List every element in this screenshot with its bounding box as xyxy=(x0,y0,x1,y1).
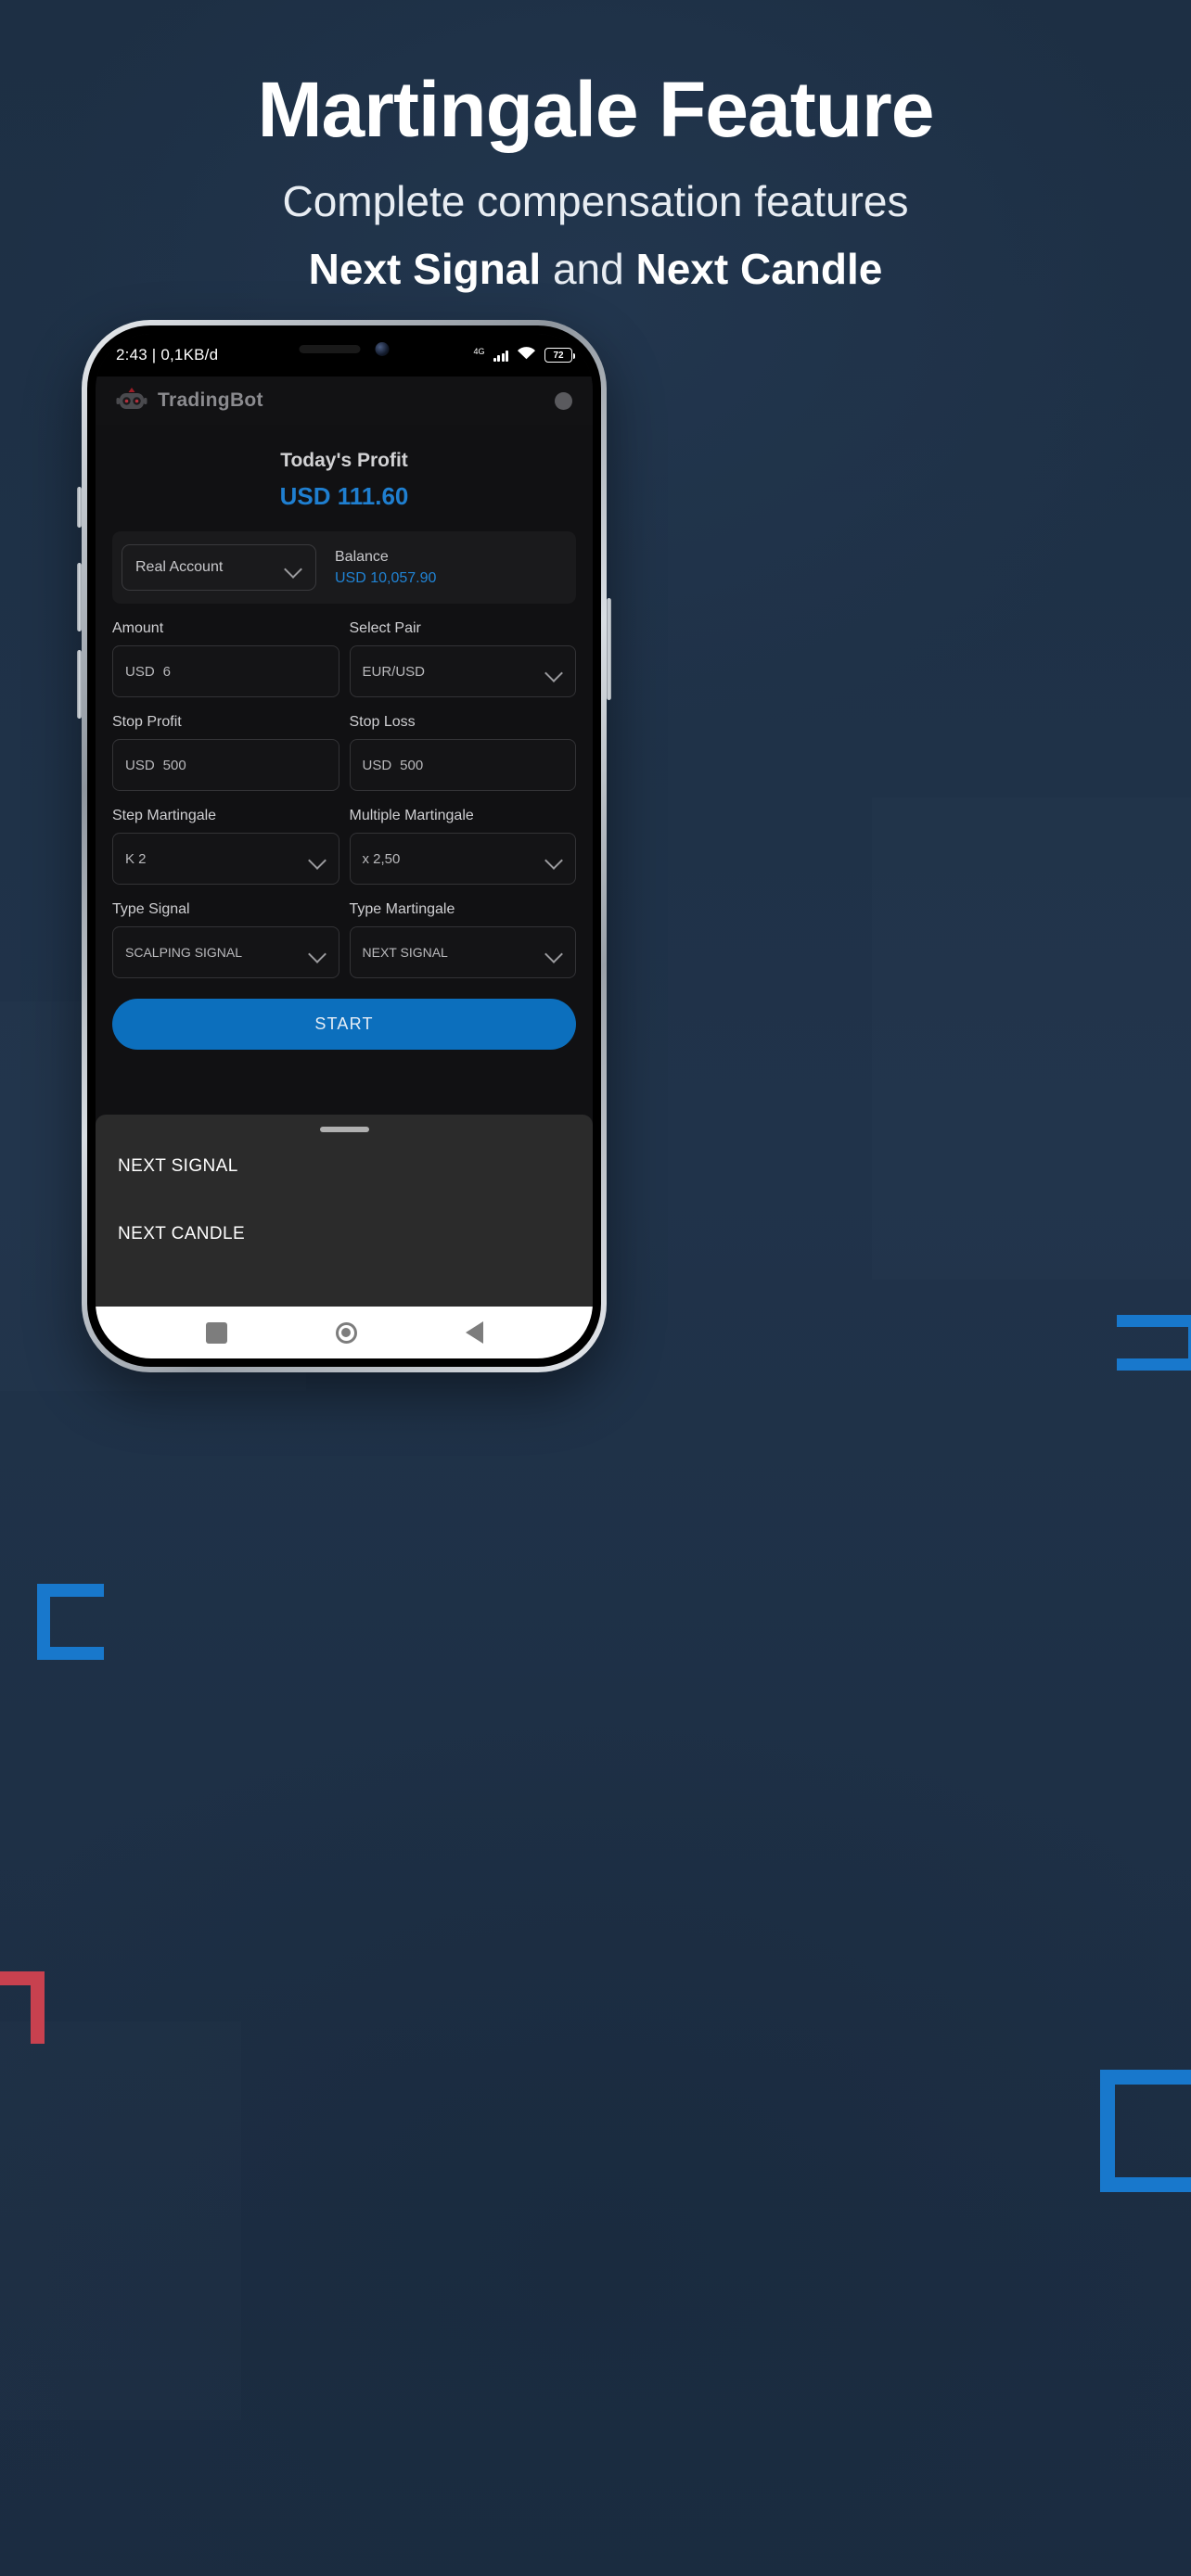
status-bar-right: 4G 72 xyxy=(473,346,575,364)
balance-value: USD 10,057.90 xyxy=(335,569,437,586)
home-button-icon[interactable] xyxy=(335,1321,357,1344)
chevron-down-icon xyxy=(285,559,302,577)
stop-loss-label: Stop Loss xyxy=(349,714,416,730)
select-pair-dropdown[interactable]: EUR/USD xyxy=(349,645,576,697)
todays-profit-value: USD 111.60 xyxy=(279,482,409,510)
decorative-bracket-red-left xyxy=(0,1971,45,2044)
stop-profit-input[interactable]: USD 500 xyxy=(112,739,339,791)
front-camera-icon xyxy=(375,342,390,356)
network-type-label: 4G xyxy=(473,347,485,356)
battery-level-label: 72 xyxy=(553,350,564,361)
account-type-value: Real Account xyxy=(135,559,224,575)
amount-value: 6 xyxy=(162,663,172,680)
android-navigation-bar xyxy=(96,1307,593,1358)
chevron-down-icon xyxy=(545,944,563,962)
phone-mute-switch xyxy=(77,487,82,528)
status-bar: 2:43 | 0,1KB/d 4G 72 xyxy=(96,334,593,376)
chevron-down-icon xyxy=(309,850,327,868)
type-martingale-group: Type Martingale NEXT SIGNAL xyxy=(349,901,576,978)
stop-profit-group: Stop Profit USD 500 xyxy=(112,714,339,791)
select-pair-value: EUR/USD xyxy=(362,663,426,680)
promo-subtitle-line1: Complete compensation features xyxy=(282,177,909,226)
type-martingale-dropdown[interactable]: NEXT SIGNAL xyxy=(349,926,576,978)
balance-label: Balance xyxy=(335,548,389,565)
promo-subtitle-strong1: Next Signal xyxy=(308,245,542,294)
start-button[interactable]: START xyxy=(112,999,576,1050)
multiple-martingale-dropdown[interactable]: x 2,50 xyxy=(349,833,576,885)
promo-headline: Martingale Feature Complete compensation… xyxy=(0,69,1191,296)
app-content: Today's Profit USD 111.60 Real Account B… xyxy=(96,425,593,1307)
step-martingale-group: Step Martingale K 2 xyxy=(112,808,339,885)
type-signal-dropdown[interactable]: SCALPING SIGNAL xyxy=(112,926,339,978)
wifi-icon xyxy=(517,346,536,364)
app-header: TradingBot xyxy=(96,376,593,425)
form-row-martingale: Step Martingale K 2 Multiple Martingale … xyxy=(112,808,576,885)
type-signal-group: Type Signal SCALPING SIGNAL xyxy=(112,901,339,978)
promo-subtitle-strong2: Next Candle xyxy=(635,245,883,294)
multiple-martingale-value: x 2,50 xyxy=(362,850,401,867)
phone-volume-up-button xyxy=(77,563,82,631)
phone-power-button xyxy=(607,598,611,700)
phone-notch xyxy=(299,342,390,356)
step-martingale-label: Step Martingale xyxy=(112,808,217,823)
stop-loss-group: Stop Loss USD 500 xyxy=(349,714,576,791)
select-pair-label: Select Pair xyxy=(349,620,421,636)
form-row-amount-pair: Amount USD 6 Select Pair EUR/USD xyxy=(112,620,576,697)
multiple-martingale-label: Multiple Martingale xyxy=(349,808,474,823)
select-pair-group: Select Pair EUR/USD xyxy=(349,620,576,697)
app-title: TradingBot xyxy=(158,389,263,411)
phone-bezel: 2:43 | 0,1KB/d 4G 72 TradingBot Today's … xyxy=(87,325,601,1367)
earpiece-speaker xyxy=(299,345,361,353)
todays-profit-label: Today's Profit xyxy=(280,450,408,471)
promo-subtitle-line2: Next Signal and Next Candle xyxy=(0,244,1191,295)
type-signal-label: Type Signal xyxy=(112,901,190,917)
status-bar-left: 2:43 | 0,1KB/d xyxy=(116,346,218,364)
trading-bot-logo-icon xyxy=(116,388,147,414)
form-row-stop-profit-loss: Stop Profit USD 500 Stop Loss USD 500 xyxy=(112,714,576,791)
chevron-down-icon xyxy=(545,663,563,681)
step-martingale-value: K 2 xyxy=(125,850,147,867)
background-block xyxy=(0,2021,241,2420)
type-martingale-value: NEXT SIGNAL xyxy=(362,945,448,960)
battery-icon: 72 xyxy=(544,348,575,363)
bottom-sheet: NEXT SIGNAL NEXT CANDLE xyxy=(96,1115,593,1307)
amount-group: Amount USD 6 xyxy=(112,620,339,697)
stop-loss-input[interactable]: USD 500 xyxy=(349,739,576,791)
sheet-option-next-signal[interactable]: NEXT SIGNAL xyxy=(118,1132,570,1200)
stop-profit-label: Stop Profit xyxy=(112,714,182,730)
account-balance-card: Real Account Balance USD 10,057.90 xyxy=(112,531,576,604)
stop-profit-currency: USD xyxy=(125,757,155,773)
phone-volume-down-button xyxy=(77,650,82,719)
decorative-bracket-blue-right-lower xyxy=(1100,2070,1191,2192)
phone-mockup: 2:43 | 0,1KB/d 4G 72 TradingBot Today's … xyxy=(77,320,611,1372)
decorative-bracket-blue-right-upper xyxy=(1117,1315,1191,1371)
promo-subtitle-mid: and xyxy=(541,245,636,294)
amount-currency: USD xyxy=(125,663,155,680)
status-time-and-data: 2:43 | 0,1KB/d xyxy=(116,346,219,363)
chevron-down-icon xyxy=(309,944,327,962)
step-martingale-dropdown[interactable]: K 2 xyxy=(112,833,339,885)
account-type-select[interactable]: Real Account xyxy=(122,544,316,591)
recents-button-icon[interactable] xyxy=(205,1321,227,1344)
chevron-down-icon xyxy=(545,850,563,868)
phone-screen: 2:43 | 0,1KB/d 4G 72 TradingBot Today's … xyxy=(96,334,593,1358)
stop-loss-value: 500 xyxy=(400,757,424,773)
sheet-option-next-candle[interactable]: NEXT CANDLE xyxy=(118,1200,570,1268)
avatar[interactable] xyxy=(555,391,572,410)
balance-block: Balance USD 10,057.90 xyxy=(316,549,567,587)
stop-loss-currency: USD xyxy=(362,757,392,773)
back-button-icon[interactable] xyxy=(465,1321,483,1344)
form-row-type: Type Signal SCALPING SIGNAL Type Marting… xyxy=(112,901,576,978)
promo-title: Martingale Feature xyxy=(257,66,935,153)
type-martingale-label: Type Martingale xyxy=(349,901,455,917)
stop-profit-value: 500 xyxy=(162,757,186,773)
type-signal-value: SCALPING SIGNAL xyxy=(125,945,243,960)
background-block xyxy=(872,797,1191,1280)
multiple-martingale-group: Multiple Martingale x 2,50 xyxy=(349,808,576,885)
cellular-signal-icon xyxy=(493,350,508,362)
amount-label: Amount xyxy=(112,620,164,636)
amount-input[interactable]: USD 6 xyxy=(112,645,339,697)
decorative-bracket-blue-left xyxy=(37,1584,104,1660)
